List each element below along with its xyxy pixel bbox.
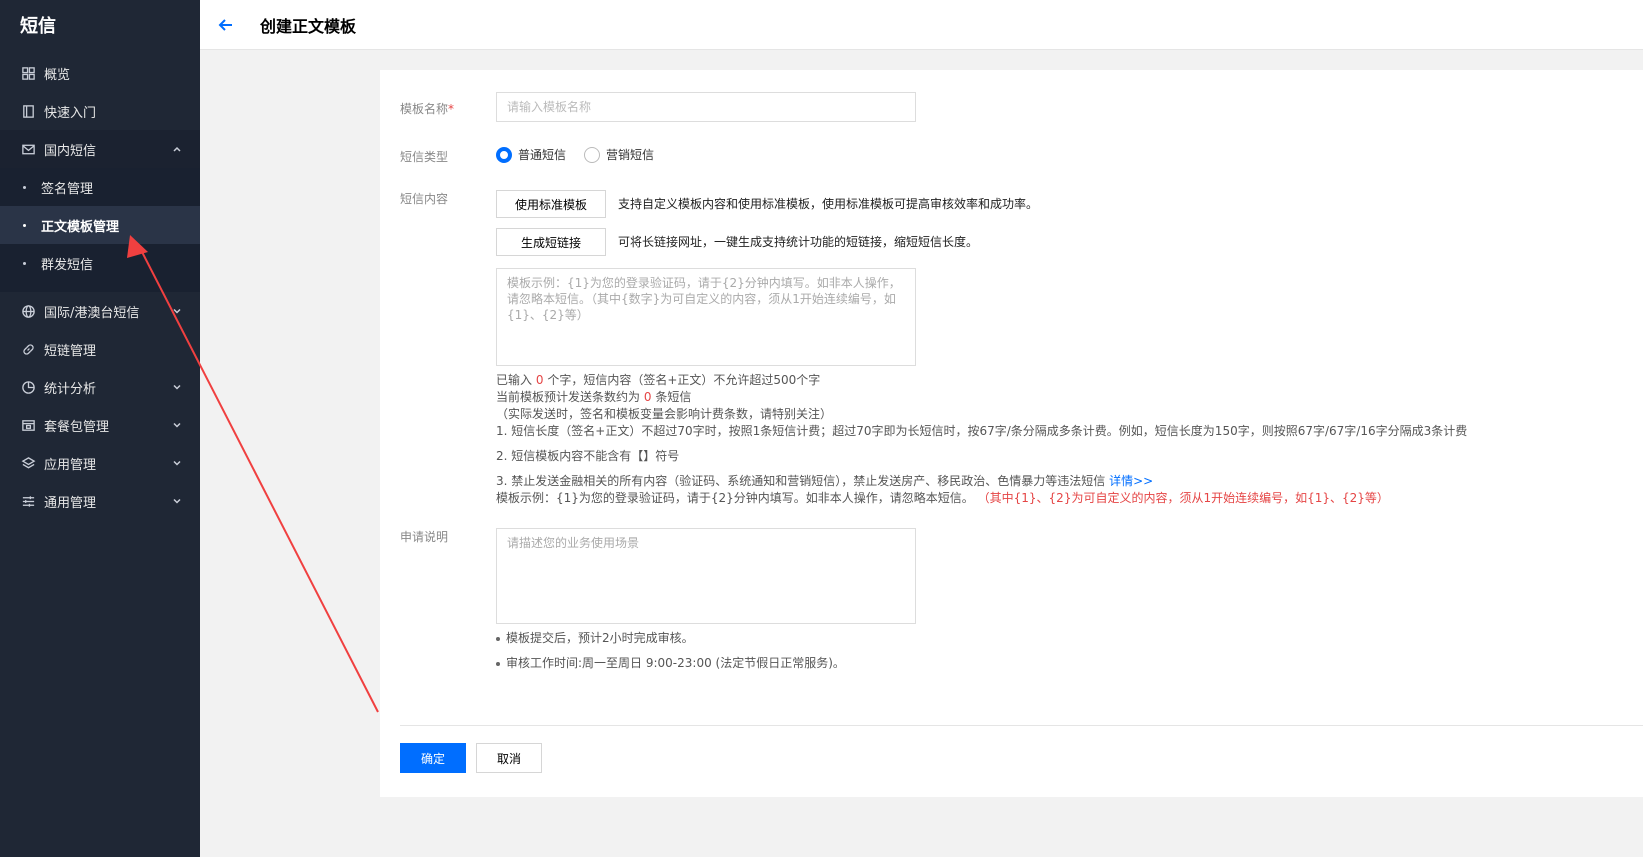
sidebar-item-short-links[interactable]: 短链管理 (0, 330, 200, 368)
review-note-text: 模板提交后，预计2小时完成审核。 (506, 631, 694, 645)
bullet-icon (496, 661, 500, 666)
sidebar-item-label: 套餐包管理 (44, 419, 110, 435)
sidebar-item-general[interactable]: 通用管理 (0, 482, 200, 520)
sidebar-item-label: 国内短信 (44, 143, 97, 159)
sidebar-item-label: 应用管理 (44, 457, 97, 473)
example-note: （其中{1}、{2}为可自定义的内容，须从1开始连续编号，如{1}、{2}等） (977, 491, 1389, 505)
estimate-suffix: 条短信 (655, 390, 692, 404)
estimate-value: 0 (643, 390, 652, 404)
sidebar-item-label: 概览 (44, 67, 71, 83)
sidebar-item-overview[interactable]: 概览 (0, 54, 200, 92)
count-suffix: 个字，短信内容（签名+正文）不允许超过500个字 (547, 373, 821, 387)
count-prefix: 已输入 (496, 373, 533, 387)
page-title: 创建正文模板 (260, 16, 357, 36)
radio-normal-sms[interactable]: 普通短信 (496, 146, 566, 163)
sms-type-label: 短信类型 (400, 150, 449, 164)
example-text: 模板示例：{1}为您的登录验证码，请于{2}分钟内填写。如非本人操作，请忽略本短… (496, 491, 974, 505)
rule-3-text: 3. 禁止发送金融相关的所有内容（验证码、系统通知和营销短信），禁止发送房产、移… (496, 474, 1106, 488)
sidebar-subitem-label: 正文模板管理 (41, 219, 120, 235)
sidebar: 短信 概览 快速入门 国内短信 签名管理 正文模板管理 群发短信 国际/港澳台短… (0, 0, 200, 857)
rule-3: 3. 禁止发送金融相关的所有内容（验证码、系统通知和营销短信），禁止发送房产、移… (496, 473, 1153, 490)
mail-icon (20, 141, 36, 157)
page-header: 创建正文模板 (200, 0, 1643, 50)
cancel-button[interactable]: 取消 (476, 743, 542, 773)
sidebar-subgroup: 签名管理 正文模板管理 群发短信 (0, 168, 200, 292)
sidebar-item-domestic-sms[interactable]: 国内短信 (0, 130, 200, 168)
sms-type-row: 短信类型 普通短信 营销短信 (400, 146, 1600, 166)
bullet-icon (23, 185, 26, 189)
sidebar-item-label: 快速入门 (44, 105, 97, 121)
use-template-hint: 支持自定义模板内容和使用标准模板，使用标准模板可提高审核效率和成功率。 (618, 197, 1039, 211)
estimate-prefix: 当前模板预计发送条数约为 (496, 390, 641, 404)
char-count-value: 0 (535, 373, 544, 387)
bullet-icon (23, 223, 26, 227)
chevron-down-icon (172, 305, 182, 315)
sms-type-radio-group: 普通短信 营销短信 (496, 146, 672, 163)
layers-icon (20, 455, 36, 471)
sidebar-item-label: 通用管理 (44, 495, 97, 511)
radio-checked-icon (496, 146, 512, 163)
sms-content-row: 短信内容 使用标准模板 支持自定义模板内容和使用标准模板，使用标准模板可提高审核… (400, 190, 1640, 510)
radio-label: 营销短信 (606, 148, 655, 162)
estimate-info: 当前模板预计发送条数约为 0 条短信 (496, 389, 691, 406)
sidebar-subitem-templates[interactable]: 正文模板管理 (0, 206, 200, 244)
brand-title: 短信 (20, 16, 56, 37)
sidebar-item-label: 国际/港澳台短信 (44, 305, 140, 321)
review-note-2: 审核工作时间:周一至周日 9:00-23:00 (法定节假日正常服务)。 (496, 655, 845, 672)
sidebar-item-applications[interactable]: 应用管理 (0, 444, 200, 482)
sidebar-item-statistics[interactable]: 统计分析 (0, 368, 200, 406)
package-icon (20, 417, 36, 433)
sms-content-textarea[interactable]: 模板示例：{1}为您的登录验证码，请于{2}分钟内填写。如非本人操作，请忽略本短… (496, 268, 916, 366)
sidebar-item-packages[interactable]: 套餐包管理 (0, 406, 200, 444)
bullet-icon (23, 261, 26, 265)
chevron-down-icon (172, 419, 182, 429)
review-note-1: 模板提交后，预计2小时完成审核。 (496, 630, 694, 647)
radio-marketing-sms[interactable]: 营销短信 (584, 146, 654, 163)
generate-short-link-button[interactable]: 生成短链接 (496, 228, 606, 256)
confirm-button[interactable]: 确定 (400, 743, 466, 773)
chevron-down-icon (172, 495, 182, 505)
back-arrow-icon[interactable] (216, 15, 236, 35)
billing-notice: （实际发送时，签名和模板变量会影响计费条数，请特别关注） (496, 407, 833, 421)
bullet-icon (496, 636, 500, 641)
sliders-icon (20, 493, 36, 509)
application-desc-label: 申请说明 (400, 530, 449, 544)
review-note-text: 审核工作时间:周一至周日 9:00-23:00 (法定节假日正常服务)。 (506, 656, 845, 670)
pie-chart-icon (20, 379, 36, 395)
template-name-row: 模板名称* (400, 92, 1600, 124)
sidebar-item-label: 统计分析 (44, 381, 97, 397)
sidebar-subitem-label: 群发短信 (41, 257, 94, 273)
sidebar-subitem-bulk-sms[interactable]: 群发短信 (0, 244, 200, 282)
rule-3-details-link[interactable]: 详情>> (1109, 474, 1153, 488)
chevron-up-icon (172, 143, 182, 153)
sidebar-item-label: 短链管理 (44, 343, 97, 359)
sidebar-item-international-sms[interactable]: 国际/港澳台短信 (0, 292, 200, 330)
chevron-down-icon (172, 381, 182, 391)
application-desc-textarea[interactable]: 请描述您的业务使用场景 (496, 528, 916, 624)
book-icon (20, 103, 36, 119)
radio-label: 普通短信 (518, 148, 567, 162)
short-link-hint: 可将长链接网址，一键生成支持统计功能的短链接，缩短短信长度。 (618, 235, 979, 249)
chevron-down-icon (172, 457, 182, 467)
template-name-label: 模板名称* (400, 100, 470, 117)
sidebar-item-quickstart[interactable]: 快速入门 (0, 92, 200, 130)
sidebar-subitem-label: 签名管理 (41, 181, 94, 197)
sms-content-label: 短信内容 (400, 192, 449, 206)
template-name-input[interactable] (496, 92, 916, 122)
rule-2: 2. 短信模板内容不能含有【】符号 (496, 449, 680, 463)
template-name-label-text: 模板名称 (400, 102, 449, 116)
grid-icon (20, 65, 36, 81)
application-desc-row: 申请说明 请描述您的业务使用场景 模板提交后，预计2小时完成审核。 审核工作时间… (400, 528, 1600, 688)
form-card: 模板名称* 短信类型 普通短信 营销短信 短信内容 使用标准模板 支持自定义模板… (380, 70, 1643, 797)
rule-1: 1. 短信长度（签名+正文）不超过70字时，按照1条短信计费；超过70字即为长短… (496, 424, 1468, 438)
use-standard-template-button[interactable]: 使用标准模板 (496, 190, 606, 218)
globe-icon (20, 303, 36, 319)
link-icon (20, 341, 36, 357)
char-count-info: 已输入 0 个字，短信内容（签名+正文）不允许超过500个字 (496, 372, 820, 389)
sidebar-subitem-signatures[interactable]: 签名管理 (0, 168, 200, 206)
template-example: 模板示例：{1}为您的登录验证码，请于{2}分钟内填写。如非本人操作，请忽略本短… (496, 490, 1389, 507)
radio-unchecked-icon (584, 146, 601, 163)
required-mark: * (448, 102, 455, 116)
